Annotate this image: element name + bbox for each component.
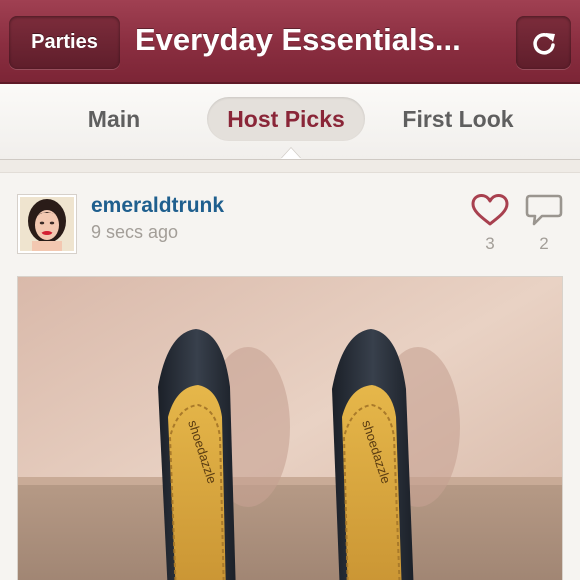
- refresh-button[interactable]: [516, 16, 571, 69]
- heart-icon: [471, 194, 509, 226]
- post-photo[interactable]: shoedazzle shoedazzle: [17, 276, 563, 580]
- avatar-portrait-image: [20, 197, 74, 251]
- speech-bubble-icon: [525, 194, 563, 226]
- nav-bar: Parties Everyday Essentials...: [0, 0, 580, 84]
- shoes-photo: shoedazzle shoedazzle: [18, 277, 562, 580]
- tab-first-look[interactable]: First Look: [392, 97, 524, 141]
- page-title: Everyday Essentials...: [135, 22, 461, 57]
- avatar[interactable]: [18, 195, 76, 253]
- parties-back-button[interactable]: Parties: [9, 16, 120, 69]
- post-username[interactable]: emeraldtrunk: [91, 194, 224, 218]
- post-card: emeraldtrunk 9 secs ago 3 2 shoedazzle s…: [0, 172, 580, 580]
- tab-host-picks[interactable]: Host Picks: [207, 97, 365, 141]
- like-count: 3: [485, 234, 495, 253]
- tab-main[interactable]: Main: [72, 97, 156, 141]
- comment-button[interactable]: [524, 193, 564, 229]
- app-screen: Parties Everyday Essentials... Main Host…: [0, 0, 580, 580]
- comment-count: 2: [539, 234, 549, 253]
- active-tab-pointer: [281, 148, 301, 159]
- like-button[interactable]: [470, 193, 510, 227]
- refresh-icon: [532, 32, 555, 54]
- post-timestamp: 9 secs ago: [91, 222, 179, 242]
